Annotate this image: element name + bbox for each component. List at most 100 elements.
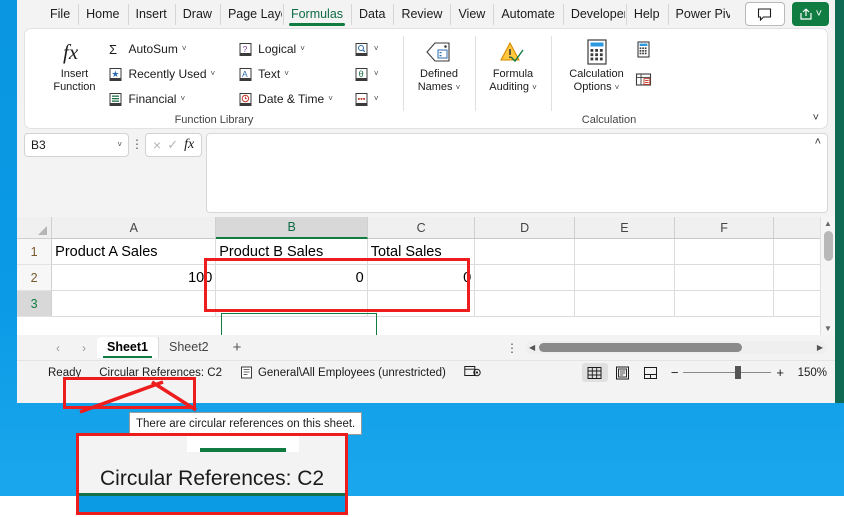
cell-c3[interactable] — [367, 291, 476, 317]
cell-d1[interactable] — [475, 239, 575, 265]
chevron-down-icon[interactable]: ˅ — [117, 141, 122, 149]
sheet-tab-sheet2[interactable]: Sheet2 — [158, 337, 219, 358]
date-time-button[interactable]: Date & Time ˅ — [233, 87, 337, 111]
logical-button[interactable]: ? Logical ˅ — [233, 37, 337, 61]
ribbon-tab-power-pivot[interactable]: Power Pivr — [667, 3, 730, 25]
lookup-reference-button[interactable]: ˅ — [349, 37, 383, 61]
ribbon-tab-data[interactable]: Data — [351, 3, 392, 25]
math-trig-button[interactable]: θ ˅ — [349, 62, 383, 86]
ribbon-tab-formulas[interactable]: Formulas — [282, 3, 350, 26]
row-header-2[interactable]: 2 — [17, 265, 53, 291]
chevron-down-icon[interactable]: ˅ — [300, 45, 305, 53]
chevron-down-icon[interactable]: ˅ — [374, 70, 379, 78]
ribbon-tab-automate[interactable]: Automate — [493, 3, 562, 25]
formula-input[interactable]: ˄ — [206, 133, 828, 213]
vertical-scroll-thumb[interactable] — [824, 231, 833, 261]
vertical-scrollbar[interactable]: ▲ ▼ — [820, 217, 835, 335]
financial-button[interactable]: Financial ˅ — [103, 87, 219, 111]
column-header-e[interactable]: E — [575, 217, 675, 239]
row-header-3[interactable]: 3 — [17, 291, 53, 317]
cell-a3[interactable] — [52, 291, 217, 317]
recently-used-button[interactable]: ★ Recently Used ˅ — [103, 62, 219, 86]
zoom-level-label[interactable]: 150% — [791, 367, 827, 379]
cell-f3[interactable] — [674, 291, 775, 317]
cell-b3[interactable] — [216, 291, 368, 317]
ribbon-collapse-button[interactable]: ˅ — [813, 112, 819, 124]
chevron-down-icon[interactable]: ˅ — [456, 83, 461, 92]
column-header-a[interactable]: A — [52, 217, 217, 239]
ribbon-tab-help[interactable]: Help — [625, 3, 667, 25]
expand-formula-bar-button[interactable]: ˄ — [815, 136, 821, 148]
insert-function-button[interactable]: fx Insert Function — [45, 33, 103, 93]
cell-b1[interactable]: Product B Sales — [216, 239, 368, 265]
cell-d3[interactable] — [475, 291, 575, 317]
ribbon-tab-insert[interactable]: Insert — [127, 3, 174, 25]
share-button[interactable]: ˅ — [791, 2, 829, 26]
ribbon-tab-view[interactable]: View — [450, 3, 492, 25]
cell-c1[interactable]: Total Sales — [367, 239, 476, 265]
chevron-down-icon[interactable]: ˅ — [182, 45, 187, 53]
accessibility-checker-button[interactable] — [455, 365, 490, 381]
zoom-out-button[interactable]: − — [671, 365, 679, 380]
cell-b2[interactable]: 0 — [216, 265, 368, 291]
column-header-c[interactable]: C — [367, 217, 476, 239]
chevron-down-icon[interactable]: ˅ — [328, 95, 333, 103]
cell-a1[interactable]: Product A Sales — [52, 239, 217, 265]
ribbon-tab-developer[interactable]: Developer — [562, 3, 625, 25]
formula-auditing-button[interactable]: Formula Auditing ˅ — [480, 33, 546, 93]
add-sheet-button[interactable]: + — [219, 339, 256, 356]
ribbon-tab-home[interactable]: Home — [78, 3, 126, 25]
defined-names-button[interactable]: Defined Names ˅ — [408, 33, 470, 93]
scroll-left-icon[interactable]: ◀ — [529, 343, 535, 352]
page-layout-view-button[interactable] — [610, 363, 636, 382]
chevron-down-icon[interactable]: ˅ — [615, 83, 620, 92]
zoom-slider[interactable]: − + — [666, 365, 789, 380]
autosum-button[interactable]: Σ AutoSum ˅ — [103, 37, 219, 61]
cell-d2[interactable] — [475, 265, 575, 291]
status-circular-references[interactable]: Circular References: C2 — [90, 367, 231, 379]
ribbon-tab-page-layout[interactable]: Page Layc — [219, 3, 282, 25]
zoom-track[interactable] — [683, 365, 772, 379]
chevron-down-icon[interactable]: ˅ — [180, 95, 185, 103]
column-header-d[interactable]: D — [475, 217, 576, 239]
scroll-down-icon[interactable]: ▼ — [824, 324, 832, 333]
cell-c2[interactable]: 0 — [367, 265, 476, 291]
calculation-options-button[interactable]: Calculation Options ˅ — [563, 33, 631, 93]
formula-bar-more-icon[interactable]: ⋮ — [129, 133, 145, 151]
column-header-b[interactable]: B — [216, 217, 368, 239]
chevron-down-icon[interactable]: ˅ — [211, 70, 216, 78]
name-box[interactable]: B3 ˅ — [24, 133, 129, 157]
horizontal-scrollbar[interactable]: ◀ ▶ — [525, 341, 827, 354]
cell-e2[interactable] — [574, 265, 675, 291]
cell-e1[interactable] — [574, 239, 675, 265]
chevron-down-icon[interactable]: ˅ — [532, 83, 537, 92]
zoom-thumb[interactable] — [735, 365, 742, 379]
horizontal-scroll-thumb[interactable] — [539, 343, 743, 352]
normal-view-button[interactable] — [581, 363, 608, 382]
scroll-right-icon[interactable]: ▶ — [817, 343, 823, 352]
column-header-f[interactable]: F — [674, 217, 775, 239]
chevron-down-icon[interactable]: ˅ — [374, 95, 379, 103]
ribbon-tab-file[interactable]: File — [43, 4, 77, 25]
next-sheet-button[interactable]: › — [71, 341, 97, 355]
ribbon-tab-draw[interactable]: Draw — [174, 3, 219, 25]
cell-a2[interactable]: 100 — [52, 265, 217, 291]
cell-f2[interactable] — [674, 265, 775, 291]
enter-icon[interactable]: ✓ — [167, 137, 178, 153]
insert-function-icon[interactable]: fx — [184, 137, 194, 153]
sensitivity-label-item[interactable]: General\All Employees (unrestricted) — [231, 366, 455, 379]
text-button[interactable]: A Text ˅ — [233, 62, 337, 86]
chevron-down-icon[interactable]: ˅ — [284, 70, 289, 78]
ribbon-tab-review[interactable]: Review — [393, 3, 449, 25]
row-header-1[interactable]: 1 — [17, 239, 53, 265]
more-functions-button[interactable]: ˅ — [349, 87, 383, 111]
zoom-in-button[interactable]: + — [776, 365, 784, 380]
cancel-icon[interactable]: × — [153, 137, 161, 153]
previous-sheet-button[interactable]: ‹ — [45, 341, 71, 355]
scroll-up-icon[interactable]: ▲ — [824, 219, 832, 228]
select-all-corner[interactable] — [17, 217, 53, 239]
calculate-sheet-button[interactable] — [631, 67, 656, 91]
sheet-tab-sheet1[interactable]: Sheet1 — [97, 337, 158, 358]
chevron-down-icon[interactable]: ˅ — [374, 45, 379, 53]
sheet-options-icon[interactable]: ⋮ — [506, 341, 518, 355]
